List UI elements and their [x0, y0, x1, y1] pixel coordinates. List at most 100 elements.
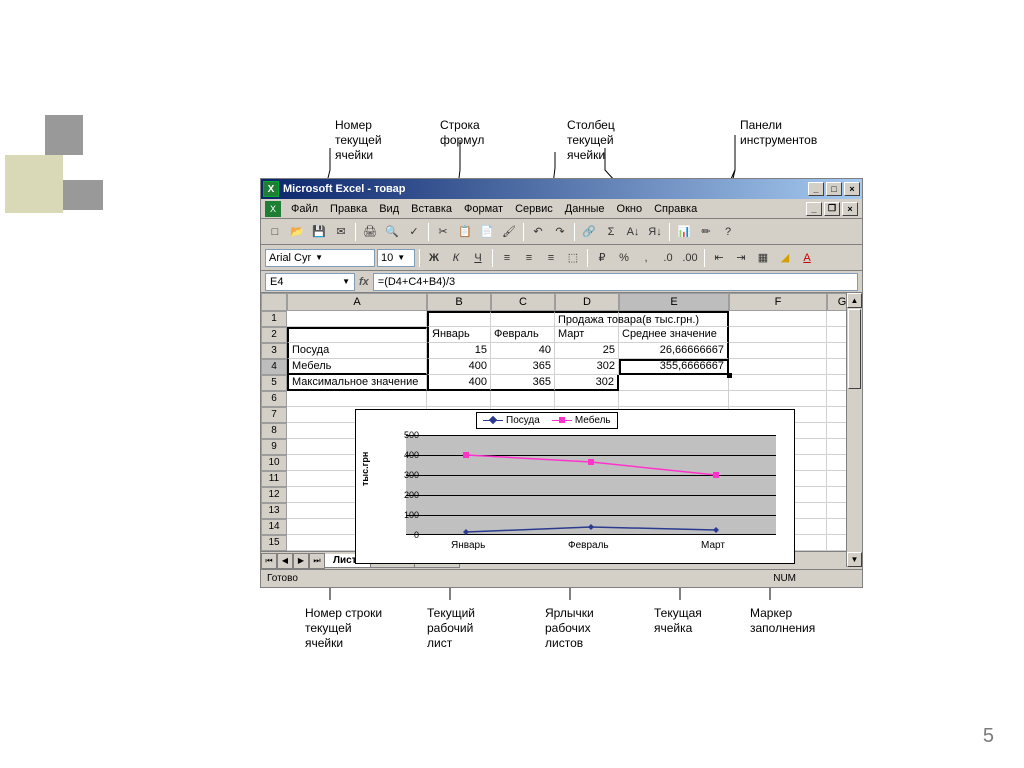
- menu-insert[interactable]: Вставка: [405, 201, 458, 217]
- row-header-4[interactable]: 4: [261, 359, 287, 375]
- currency-icon[interactable]: ₽: [592, 248, 612, 268]
- doc-close-button[interactable]: ×: [842, 202, 858, 216]
- cut-icon[interactable]: ✂: [433, 222, 453, 242]
- col-header-C[interactable]: C: [491, 293, 555, 311]
- doc-icon: X: [265, 201, 281, 217]
- font-color-icon[interactable]: A: [797, 248, 817, 268]
- font-select[interactable]: Arial Cyr▼: [265, 249, 375, 267]
- dec-decimal-icon[interactable]: .00: [680, 248, 700, 268]
- callout-active-sheet: Текущийрабочийлист: [427, 606, 475, 651]
- merge-icon[interactable]: ⬚: [563, 248, 583, 268]
- row-header-9[interactable]: 9: [261, 439, 287, 455]
- row-header-5[interactable]: 5: [261, 375, 287, 391]
- percent-icon[interactable]: %: [614, 248, 634, 268]
- close-button[interactable]: ×: [844, 182, 860, 196]
- row-header-13[interactable]: 13: [261, 503, 287, 519]
- row-header-1[interactable]: 1: [261, 311, 287, 327]
- row-header-6[interactable]: 6: [261, 391, 287, 407]
- maximize-button[interactable]: □: [826, 182, 842, 196]
- row-header-2[interactable]: 2: [261, 327, 287, 343]
- minimize-button[interactable]: _: [808, 182, 824, 196]
- tab-nav-next-icon[interactable]: ▶: [293, 553, 309, 569]
- fill-handle[interactable]: [727, 373, 732, 378]
- new-icon[interactable]: □: [265, 222, 285, 242]
- tab-nav-prev-icon[interactable]: ◀: [277, 553, 293, 569]
- decor-square-3: [63, 180, 103, 210]
- print-icon[interactable]: 🖨: [360, 222, 380, 242]
- indent-dec-icon[interactable]: ⇤: [709, 248, 729, 268]
- cell-D3: 25: [555, 343, 619, 359]
- fx-label[interactable]: fx: [359, 276, 369, 288]
- menu-data[interactable]: Данные: [559, 201, 611, 217]
- align-right-icon[interactable]: ≡: [541, 248, 561, 268]
- link-icon[interactable]: 🔗: [579, 222, 599, 242]
- select-all-corner[interactable]: [261, 293, 287, 311]
- sort-desc-icon[interactable]: Я↓: [645, 222, 665, 242]
- callout-cell-address: Номертекущейячейки: [335, 118, 382, 163]
- menu-view[interactable]: Вид: [373, 201, 405, 217]
- col-header-B[interactable]: B: [427, 293, 491, 311]
- spell-icon[interactable]: ✓: [404, 222, 424, 242]
- vertical-scrollbar[interactable]: ▲ ▼: [846, 293, 862, 567]
- underline-button[interactable]: Ч: [468, 248, 488, 268]
- formula-input[interactable]: =(D4+C4+B4)/3: [373, 273, 858, 291]
- row-header-10[interactable]: 10: [261, 455, 287, 471]
- col-header-E[interactable]: E: [619, 293, 729, 311]
- copy-icon[interactable]: 📋: [455, 222, 475, 242]
- mail-icon[interactable]: ✉: [331, 222, 351, 242]
- size-select[interactable]: 10▼: [377, 249, 415, 267]
- inc-decimal-icon[interactable]: .0: [658, 248, 678, 268]
- comma-icon[interactable]: ,: [636, 248, 656, 268]
- title-bar[interactable]: X Microsoft Excel - товар _ □ ×: [261, 179, 862, 199]
- tab-nav-first-icon[interactable]: ⏮: [261, 553, 277, 569]
- italic-button[interactable]: К: [446, 248, 466, 268]
- chart-icon[interactable]: 📊: [674, 222, 694, 242]
- col-header-D[interactable]: D: [555, 293, 619, 311]
- menu-window[interactable]: Окно: [611, 201, 649, 217]
- tab-nav-last-icon[interactable]: ⏭: [309, 553, 325, 569]
- callout-current-row: Номер строкитекущейячейки: [305, 606, 382, 651]
- row-header-7[interactable]: 7: [261, 407, 287, 423]
- sort-asc-icon[interactable]: A↓: [623, 222, 643, 242]
- menu-help[interactable]: Справка: [648, 201, 703, 217]
- doc-restore-button[interactable]: ❐: [824, 202, 840, 216]
- paste-icon[interactable]: 📄: [477, 222, 497, 242]
- scroll-down-icon[interactable]: ▼: [847, 552, 862, 567]
- indent-inc-icon[interactable]: ⇥: [731, 248, 751, 268]
- row-header-11[interactable]: 11: [261, 471, 287, 487]
- decor-square-1: [45, 115, 83, 155]
- scroll-thumb[interactable]: [848, 309, 861, 389]
- autosum-icon[interactable]: Σ: [601, 222, 621, 242]
- borders-icon[interactable]: ▦: [753, 248, 773, 268]
- redo-icon[interactable]: ↷: [550, 222, 570, 242]
- row-header-15[interactable]: 15: [261, 535, 287, 551]
- doc-minimize-button[interactable]: _: [806, 202, 822, 216]
- menu-file[interactable]: Файл: [285, 201, 324, 217]
- row-header-14[interactable]: 14: [261, 519, 287, 535]
- row-header-12[interactable]: 12: [261, 487, 287, 503]
- callout-toolbars: Панелиинструментов: [740, 118, 817, 148]
- scroll-up-icon[interactable]: ▲: [847, 293, 862, 308]
- menu-format[interactable]: Формат: [458, 201, 509, 217]
- bold-button[interactable]: Ж: [424, 248, 444, 268]
- col-header-F[interactable]: F: [729, 293, 827, 311]
- help-icon[interactable]: ?: [718, 222, 738, 242]
- menu-edit[interactable]: Правка: [324, 201, 373, 217]
- align-left-icon[interactable]: ≡: [497, 248, 517, 268]
- name-box[interactable]: E4▼: [265, 273, 355, 291]
- undo-icon[interactable]: ↶: [528, 222, 548, 242]
- format-painter-icon[interactable]: 🖌: [499, 222, 519, 242]
- col-header-A[interactable]: A: [287, 293, 427, 311]
- drawing-icon[interactable]: ✏: [696, 222, 716, 242]
- preview-icon[interactable]: 🔍: [382, 222, 402, 242]
- save-icon[interactable]: 💾: [309, 222, 329, 242]
- row-header-3[interactable]: 3: [261, 343, 287, 359]
- cell-D1: Продажа товара(в тыс.грн.): [555, 311, 619, 327]
- align-center-icon[interactable]: ≡: [519, 248, 539, 268]
- cells-grid[interactable]: Продажа товара(в тыс.грн.) Январь Феврал…: [287, 311, 857, 551]
- row-header-8[interactable]: 8: [261, 423, 287, 439]
- open-icon[interactable]: 📂: [287, 222, 307, 242]
- embedded-chart[interactable]: Посуда Мебель тыс.грн: [355, 409, 795, 564]
- menu-tools[interactable]: Сервис: [509, 201, 559, 217]
- fill-color-icon[interactable]: ◢: [775, 248, 795, 268]
